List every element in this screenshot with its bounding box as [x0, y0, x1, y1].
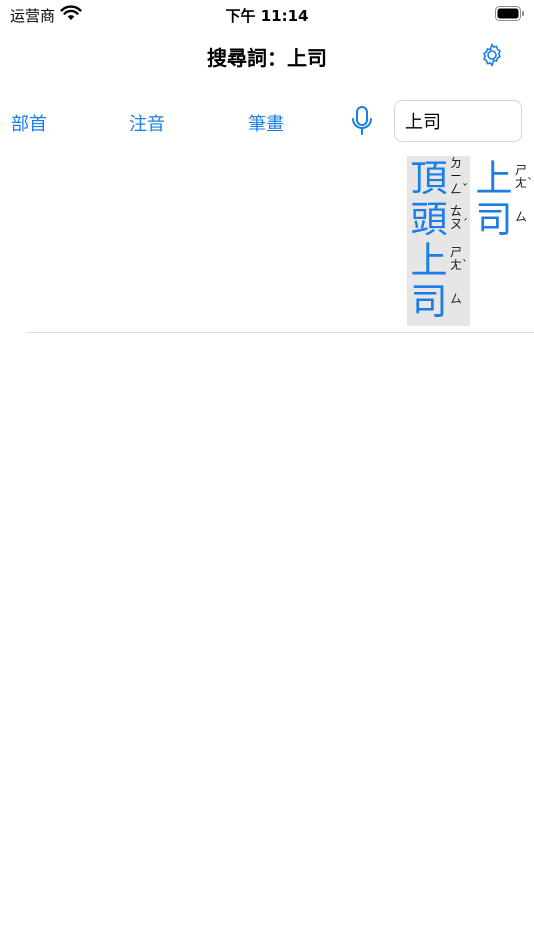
result-char: 上 — [410, 239, 448, 282]
result-char: 司 — [410, 280, 448, 323]
clock: 下午 11:14 — [225, 7, 309, 25]
zhuyin-text: ㄕㄤˋ — [515, 162, 534, 190]
result-char: 上 — [475, 157, 513, 200]
zhuyin-text: ㄉㄧㄥˇ — [450, 156, 469, 196]
microphone-icon[interactable] — [350, 105, 374, 137]
battery-icon — [495, 6, 524, 21]
page-title: 搜尋詞：上司 — [207, 46, 327, 70]
result-char: 司 — [475, 198, 513, 241]
result-word-chars: 頂 頭 上 司 — [409, 158, 449, 322]
gear-icon[interactable] — [479, 42, 505, 68]
zhuyin-text: ㄙ — [515, 210, 528, 224]
navigation-bar: 搜尋詞：上司 — [0, 28, 534, 84]
search-input[interactable] — [394, 100, 522, 142]
zhuyin-text: ㄙ — [450, 292, 463, 306]
zhuyin-text: ㄊㄡˊ — [450, 203, 469, 231]
status-bar: 运营商 下午 11:14 — [0, 0, 534, 28]
zhuyin-button[interactable]: 注音 — [129, 110, 165, 136]
result-item-shangsi[interactable]: 上 司 ㄕㄤˋ ㄙ — [472, 156, 534, 246]
result-word-chars: 上 司 — [474, 158, 514, 240]
radical-button[interactable]: 部首 — [11, 110, 47, 136]
result-char: 頭 — [410, 198, 448, 241]
stroke-button[interactable]: 筆畫 — [248, 110, 284, 136]
zhuyin-text: ㄕㄤˋ — [450, 244, 469, 272]
toolbar: 部首 注音 筆畫 — [0, 96, 534, 148]
divider — [26, 332, 534, 333]
results-list: 頂 頭 上 司 ㄉㄧㄥˇ ㄊㄡˊ ㄕㄤˋ ㄙ 上 司 ㄕㄤˋ ㄙ — [0, 156, 534, 332]
result-char: 頂 — [410, 157, 448, 200]
result-zhuyin: ㄉㄧㄥˇ ㄊㄡˊ ㄕㄤˋ ㄙ — [450, 156, 470, 320]
result-item-dingtou-shangsi[interactable]: 頂 頭 上 司 ㄉㄧㄥˇ ㄊㄡˊ ㄕㄤˋ ㄙ — [407, 156, 470, 326]
result-zhuyin: ㄕㄤˋ ㄙ — [515, 156, 534, 238]
